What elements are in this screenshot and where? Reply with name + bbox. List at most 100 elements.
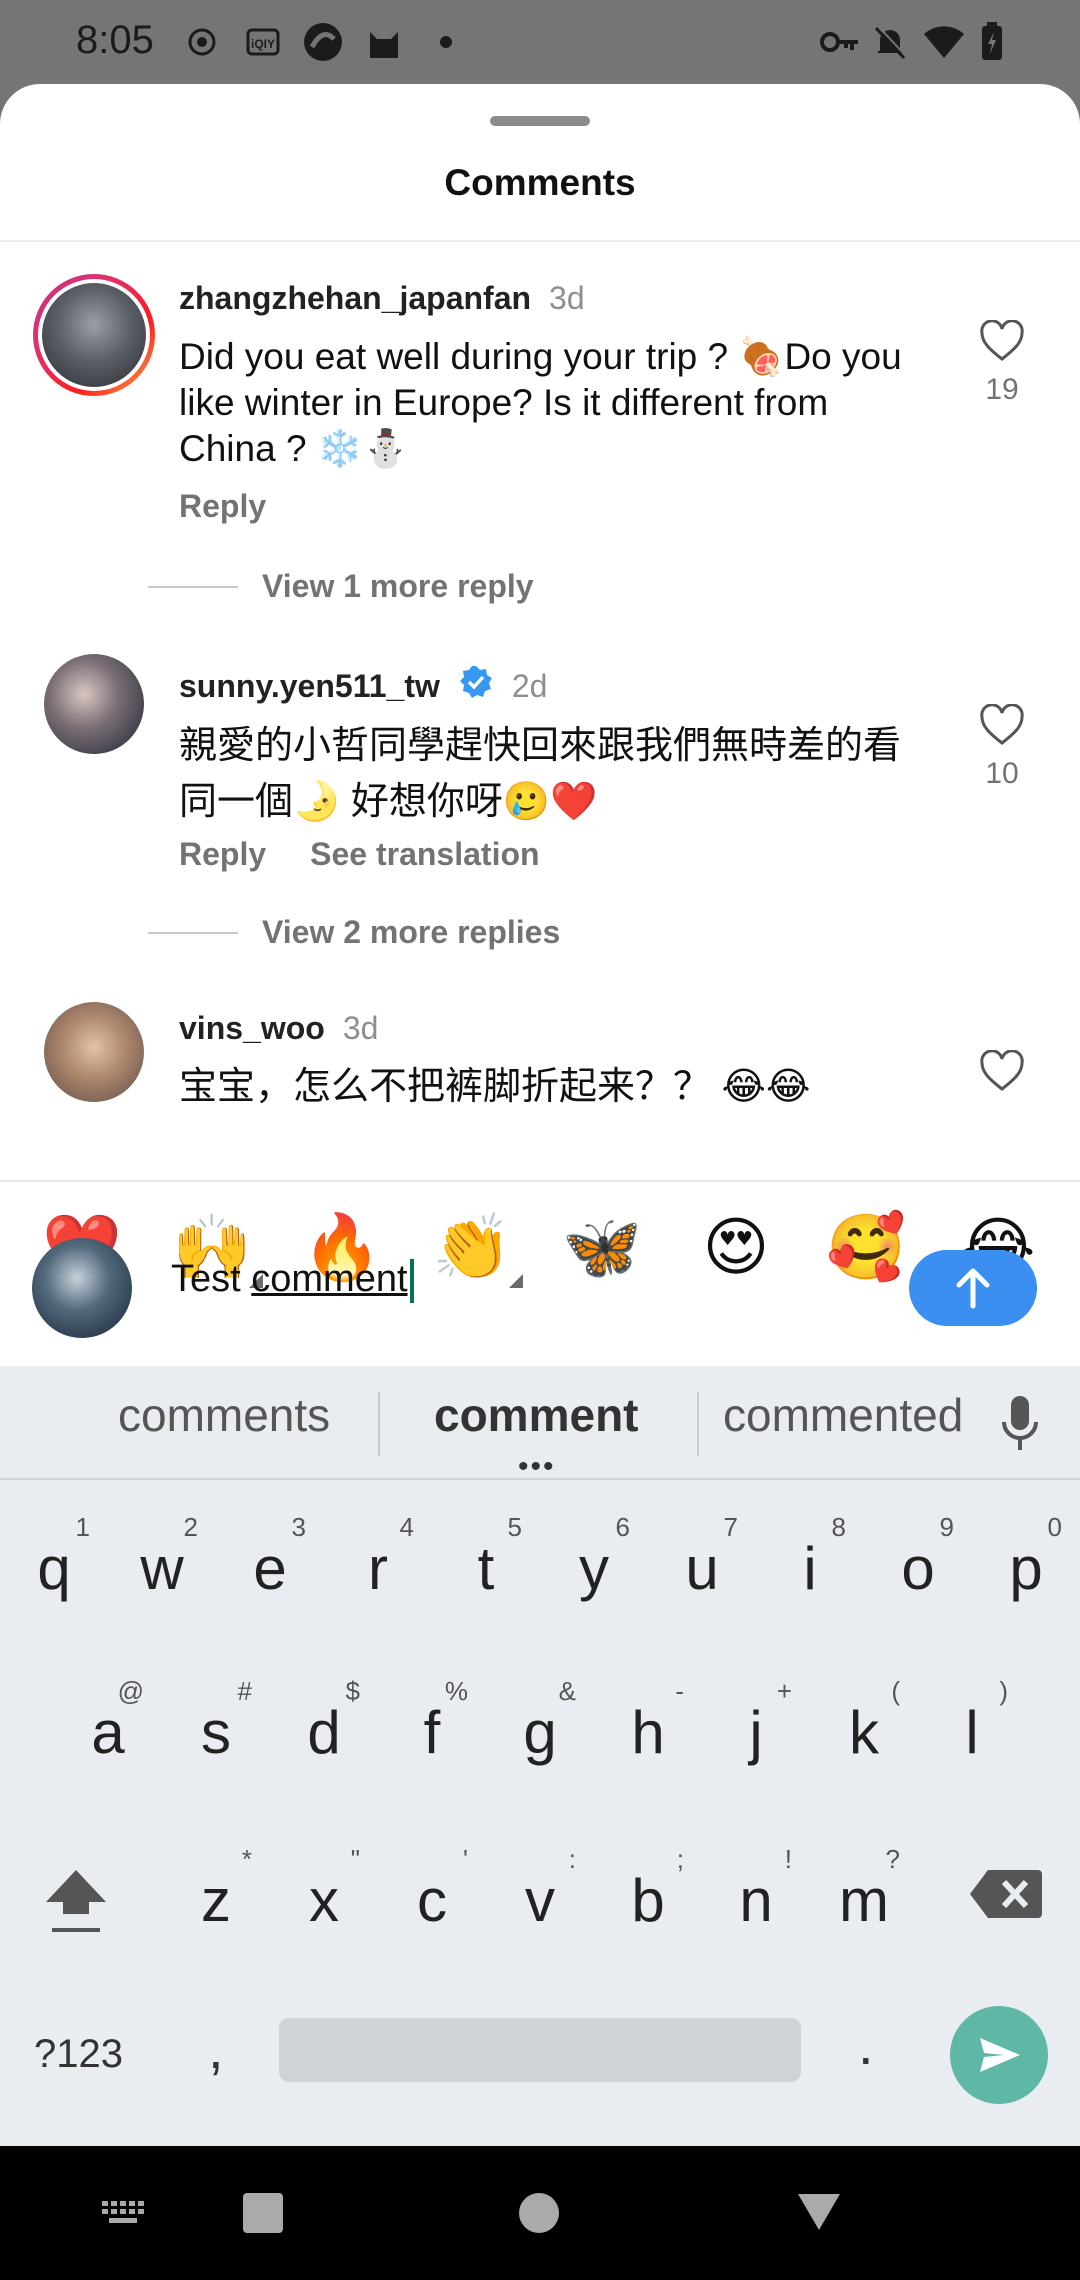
key-a[interactable]: @ a: [58, 1658, 158, 1798]
comment-list[interactable]: zhangzhehan_japanfan 3d Did you eat well…: [0, 242, 1080, 1182]
system-nav-bar: [0, 2146, 1080, 2280]
backspace-icon: [970, 1870, 1042, 1918]
triangle-down-icon: [798, 2194, 840, 2230]
emoji-clapping-button[interactable]: 👏: [427, 1204, 523, 1292]
avatar[interactable]: [44, 1002, 144, 1102]
key-x[interactable]: " x: [274, 1826, 374, 1966]
like-button[interactable]: [972, 1049, 1032, 1097]
key-n[interactable]: ! n: [706, 1826, 806, 1966]
record-icon: [186, 22, 218, 62]
key-label: r: [368, 1535, 388, 1602]
key-label: p: [1009, 1535, 1043, 1602]
like-button[interactable]: 19: [972, 319, 1032, 407]
send-key[interactable]: [950, 2006, 1048, 2104]
iqiyi-icon: iQIY: [246, 22, 280, 62]
reply-thread-line: [148, 585, 238, 588]
key-f[interactable]: % f: [382, 1658, 482, 1798]
key-t[interactable]: 5t: [436, 1494, 536, 1634]
home-button[interactable]: [518, 2192, 560, 2234]
username[interactable]: zhangzhehan_japanfan: [179, 280, 531, 317]
key-r[interactable]: 4r: [328, 1494, 428, 1634]
drag-handle[interactable]: [490, 116, 590, 126]
suggestion-right[interactable]: commented: [723, 1388, 963, 1442]
vpn-key-icon: [820, 22, 860, 62]
suggestion-strip: comments comment ••• commented: [0, 1366, 1080, 1482]
emoji-smiling-hearts-button[interactable]: 🥰: [821, 1204, 911, 1292]
circle-icon: [519, 2193, 559, 2233]
skin-tone-indicator: [509, 1274, 523, 1288]
suggestion-left[interactable]: comments: [118, 1388, 330, 1442]
key-k[interactable]: (k: [814, 1658, 914, 1798]
my-avatar: [32, 1238, 132, 1338]
key-z[interactable]: * z: [166, 1826, 266, 1966]
key-l[interactable]: ) l: [922, 1658, 1022, 1798]
key-v[interactable]: :v: [490, 1826, 590, 1966]
more-suggestions-icon[interactable]: •••: [518, 1452, 556, 1482]
key-label: z: [201, 1867, 231, 1934]
back-button[interactable]: [796, 2190, 842, 2232]
comment-item: vins_woo 3d 宝宝，怎么不把裤脚折起来？？ 😂😂: [0, 972, 1080, 1182]
view-replies-button[interactable]: View 2 more replies: [148, 914, 560, 951]
keyboard-switch-icon[interactable]: [100, 2194, 146, 2230]
username[interactable]: sunny.yen511_tw: [179, 668, 440, 705]
like-button[interactable]: 10: [972, 703, 1032, 791]
view-replies-button[interactable]: View 1 more reply: [148, 568, 534, 605]
shift-icon: [46, 1870, 106, 1932]
key-d[interactable]: $ d: [274, 1658, 374, 1798]
emoji-heart-eyes-button[interactable]: 😍: [691, 1204, 781, 1292]
square-icon: [243, 2193, 283, 2233]
key-o[interactable]: 9o: [868, 1494, 968, 1634]
key-p[interactable]: 0p: [976, 1494, 1076, 1634]
key-e[interactable]: 3e: [220, 1494, 320, 1634]
reply-button[interactable]: Reply: [179, 488, 266, 525]
key-q[interactable]: 1q: [4, 1494, 104, 1634]
reply-thread-line: [148, 931, 238, 934]
post-comment-button[interactable]: [909, 1250, 1037, 1326]
period-key[interactable]: .: [858, 2012, 874, 2077]
comma-key[interactable]: ,: [208, 2016, 224, 2081]
username[interactable]: vins_woo: [179, 1010, 325, 1047]
key-h[interactable]: -h: [598, 1658, 698, 1798]
key-j[interactable]: + j: [706, 1658, 806, 1798]
symbols-key[interactable]: ?123: [34, 2032, 123, 2077]
wifi-icon: [922, 22, 966, 62]
key-y[interactable]: 6y: [544, 1494, 644, 1634]
key-u[interactable]: 7u: [652, 1494, 752, 1634]
comment-input-composing-word: comment: [251, 1258, 408, 1300]
microphone-icon[interactable]: [1000, 1394, 1040, 1459]
svg-text:iQIY: iQIY: [251, 37, 275, 51]
divider: [378, 1392, 380, 1456]
reply-button[interactable]: Reply: [179, 836, 266, 873]
key-label: i: [803, 1535, 817, 1602]
key-label: h: [631, 1699, 665, 1766]
key-w[interactable]: 2w: [112, 1494, 212, 1634]
avatar[interactable]: [44, 654, 144, 754]
status-time: 8:05: [76, 18, 154, 62]
key-c[interactable]: ' c: [382, 1826, 482, 1966]
key-label: m: [839, 1867, 889, 1934]
key-label: w: [140, 1535, 184, 1602]
key-label: x: [309, 1867, 339, 1934]
see-translation-button[interactable]: See translation: [310, 836, 539, 873]
browser-icon: [302, 22, 344, 62]
shift-key[interactable]: [36, 1856, 116, 1936]
key-s[interactable]: # s: [166, 1658, 266, 1798]
comment-input[interactable]: Test comment: [171, 1258, 414, 1303]
space-key[interactable]: [279, 2018, 801, 2082]
avatar[interactable]: [33, 274, 155, 396]
divider: [0, 1478, 1080, 1480]
heart-icon: [980, 319, 1024, 361]
comment-age: 3d: [342, 1010, 379, 1046]
key-b[interactable]: ; b: [598, 1826, 698, 1966]
comment-input-text: Test: [171, 1258, 252, 1300]
dot-icon: [436, 22, 456, 62]
comment-text: Did you eat well during your trip ? 🍖Do …: [179, 336, 902, 469]
key-label: e: [253, 1535, 287, 1602]
key-i[interactable]: 8i: [760, 1494, 860, 1634]
key-g[interactable]: & g: [490, 1658, 590, 1798]
suggestion-center[interactable]: comment: [434, 1388, 638, 1442]
emoji-butterfly-button[interactable]: 🦋: [557, 1204, 647, 1292]
recents-button[interactable]: [242, 2192, 284, 2234]
backspace-key[interactable]: [966, 1864, 1046, 1924]
key-m[interactable]: ? m: [814, 1826, 914, 1966]
